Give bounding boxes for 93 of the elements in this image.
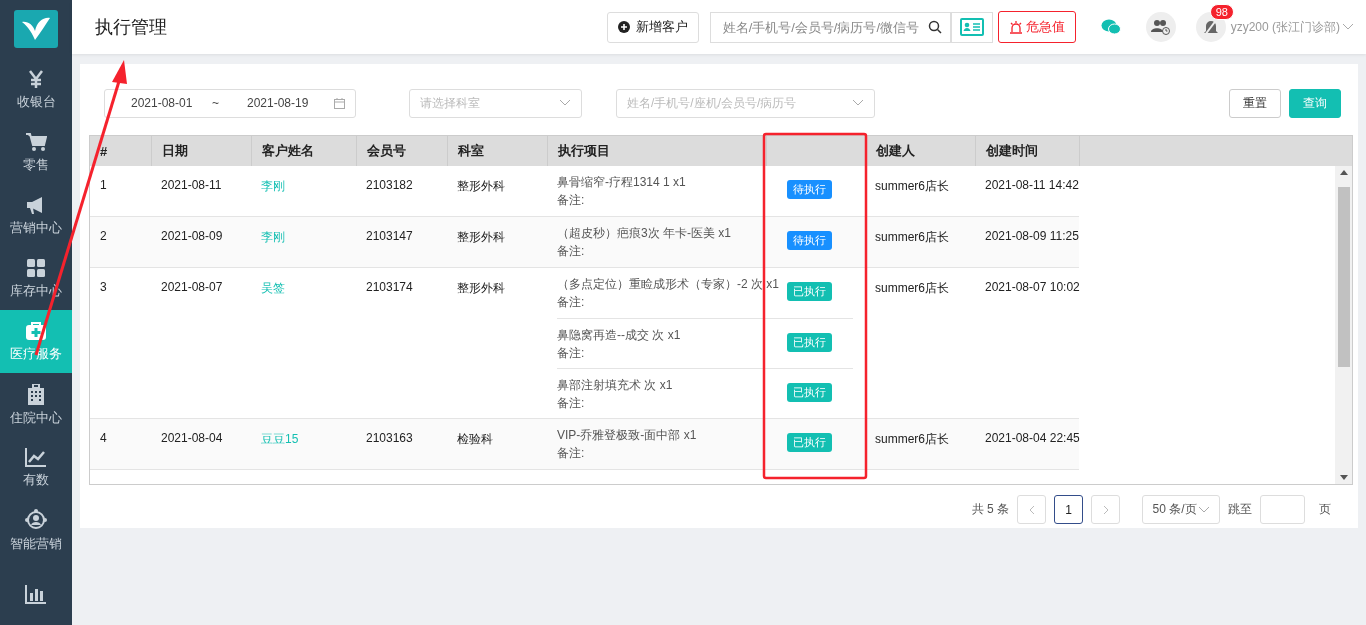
item-note: 备注: (557, 395, 585, 411)
sidebar-item[interactable]: 零售 (0, 121, 72, 184)
table-cell-text: 3 (99, 279, 108, 296)
chevron-left-icon (1028, 504, 1035, 515)
hospital-building-icon (27, 382, 45, 405)
grid-icon (26, 257, 46, 278)
scrollbar[interactable] (1335, 166, 1352, 484)
status-tag: 待执行 (787, 180, 832, 199)
item-name: （多点定位）重睑成形术（专家）-2 次 x1 (557, 276, 779, 292)
id-card-button[interactable] (950, 11, 993, 43)
status-tag: 待执行 (787, 231, 832, 250)
date-range-field[interactable]: 2021-08-01 ~ 2021-08-19 (104, 88, 356, 118)
chevron-down-icon (852, 99, 864, 107)
item-note: 备注: (557, 445, 585, 461)
total-count: 共 5 条 (971, 501, 1009, 518)
table-cell-text: 整形外科 (456, 178, 506, 195)
table-cell-text: 2021-08-09 11:25 (984, 228, 1079, 245)
page-size-select[interactable]: 50 条/页 (1142, 495, 1220, 524)
table-cell-text: 整形外科 (456, 229, 506, 246)
table-cell-text: 2103147 (365, 228, 414, 245)
status-tag: 已执行 (787, 282, 832, 301)
page-button[interactable]: 1 (1054, 495, 1083, 524)
search-field[interactable]: 姓名/手机号/会员号/病历号/微信号 (709, 11, 951, 43)
notification-count: 98 (1209, 4, 1234, 20)
table-cell-text: 2021-08-04 22:45 (984, 430, 1079, 447)
group-clock-icon (1150, 19, 1171, 35)
table-cell-text: 2103163 (365, 430, 414, 447)
scroll-down-icon (1339, 475, 1348, 480)
table-cell-text: 整形外科 (456, 280, 506, 297)
chevron-right-icon (1102, 504, 1109, 515)
status-tag: 已执行 (787, 383, 832, 402)
status-tag: 已执行 (787, 433, 832, 452)
scroll-up-icon (1339, 170, 1348, 175)
previous-page-button[interactable] (1017, 495, 1046, 524)
page-unit: 页 (1319, 501, 1331, 518)
table-cell-text: 2 (99, 228, 108, 245)
page-title: 执行管理 (95, 16, 168, 39)
table-cell-text: summer6店长 (874, 280, 950, 297)
jump-label: 跳至 (1228, 501, 1252, 518)
people-network-icon (25, 508, 47, 531)
sidebar-item[interactable]: 智能营销 (0, 499, 72, 562)
table-cell-text: 1 (99, 177, 108, 194)
table-cell-text: 2021-08-09 (160, 228, 224, 245)
table-cell-text: 2103182 (365, 177, 414, 194)
item-name: 鼻部注射填充术 次 x1 (557, 377, 673, 393)
chevron-down-icon (1342, 23, 1354, 31)
page-jump-field[interactable] (1260, 495, 1305, 524)
column-header: # (99, 142, 109, 161)
sidebar-item[interactable]: 有数 (0, 436, 72, 499)
team-button[interactable] (1145, 12, 1176, 42)
table-cell-text: 检验科 (456, 431, 494, 448)
table-cell-text: 4 (99, 430, 108, 447)
item-name: VIP-乔雅登极致-面中部 x1 (557, 427, 697, 443)
item-note: 备注: (557, 243, 585, 259)
cart-icon (25, 131, 47, 152)
yen-icon (27, 68, 45, 89)
item-note: 备注: (557, 345, 585, 361)
item-name: 鼻隐窝再造--成交 次 x1 (557, 327, 681, 343)
status-tag: 已执行 (787, 333, 832, 352)
date-separator: ~ (211, 96, 220, 110)
add-customer-button[interactable]: 新增客户 (606, 11, 699, 43)
item-note: 备注: (557, 294, 585, 310)
table-cell-text: 2021-08-04 (160, 430, 224, 447)
calendar-icon (334, 97, 345, 109)
table-cell-text: 2021-08-11 14:42 (984, 177, 1079, 194)
item-name: （超皮秒）疤痕3次 年卡-医美 x1 (557, 225, 731, 241)
end-date: 2021-08-19 (247, 96, 310, 110)
table-cell-text: 2021-08-11 (160, 177, 223, 194)
id-card-icon (959, 18, 984, 36)
sidebar-item[interactable]: 收银台 (0, 58, 72, 121)
bar-chart-icon (25, 583, 47, 604)
chat-bubbles-icon (1100, 19, 1121, 35)
alarm-light-icon (1008, 20, 1023, 34)
table-cell-text: 2021-08-07 10:02 (984, 279, 1079, 296)
trend-chart-icon (25, 446, 47, 467)
table-cell-text: 2021-08-07 (160, 279, 224, 296)
table-cell-text: summer6店长 (874, 431, 950, 448)
chevron-down-icon (559, 99, 571, 107)
chevron-down-icon (1197, 505, 1210, 514)
critical-value-button[interactable]: 危急值 (997, 11, 1076, 43)
item-note: 备注: (557, 192, 585, 208)
sidebar-item[interactable]: 住院中心 (0, 373, 72, 436)
plus-circle-icon (617, 21, 630, 33)
search-icon (927, 20, 942, 34)
muted-bell-icon (1202, 18, 1219, 36)
table-cell-text: summer6店长 (874, 178, 950, 195)
sidebar-item[interactable]: 营销中心 (0, 184, 72, 247)
table-cell-text: 2103174 (365, 279, 414, 296)
reset-button[interactable]: 重置 (1229, 88, 1281, 118)
next-page-button[interactable] (1091, 495, 1120, 524)
item-name: 鼻骨缩窄-疗程1314 1 x1 (557, 174, 686, 190)
table-cell-text: summer6店长 (874, 229, 950, 246)
start-date: 2021-08-01 (131, 96, 194, 110)
